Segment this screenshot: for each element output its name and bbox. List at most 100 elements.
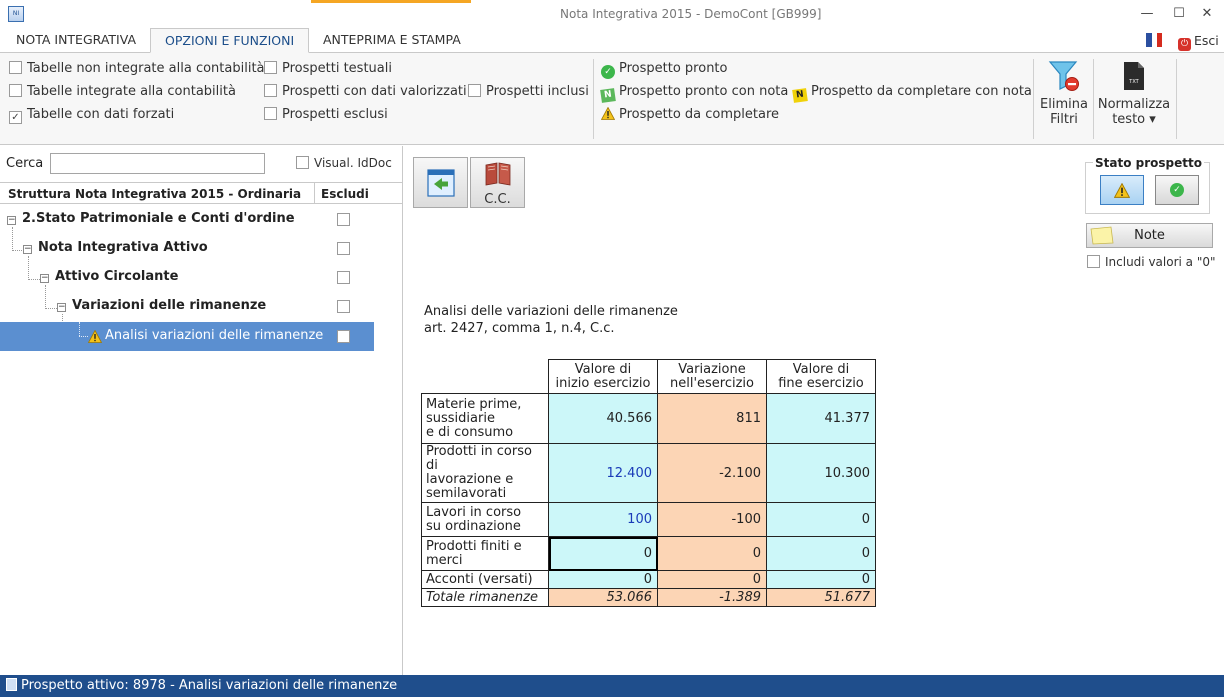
cell-variazione[interactable]: 0	[657, 536, 767, 571]
warning-icon	[1113, 182, 1131, 198]
cell-inizio[interactable]: 0	[548, 570, 658, 589]
collapse-icon[interactable]: −	[57, 303, 66, 312]
tab-opzioni-funzioni[interactable]: OPZIONI E FUNZIONI	[150, 28, 310, 53]
collapse-icon[interactable]: −	[40, 274, 49, 283]
exclude-checkbox[interactable]	[337, 213, 350, 226]
tree-node-nota-integrativa-attivo[interactable]: − Nota Integrativa Attivo	[0, 234, 374, 263]
checkbox[interactable]	[264, 61, 277, 74]
back-button[interactable]	[413, 157, 468, 208]
ribbon-tabs: NOTA INTEGRATIVA OPZIONI E FUNZIONI ANTE…	[0, 28, 1224, 53]
tree-line	[79, 336, 88, 337]
checkbox[interactable]	[264, 84, 277, 97]
row-label: Prodotti finiti e merci	[421, 536, 549, 571]
language-flag-icon[interactable]	[1146, 33, 1162, 47]
maximize-button[interactable]: ☐	[1168, 4, 1190, 24]
document-icon	[6, 678, 17, 691]
table-row: Acconti (versati) 0 0 0	[421, 570, 876, 589]
tree-node-analisi-variazioni[interactable]: Analisi variazioni delle rimanenze	[0, 322, 374, 351]
tab-nota-integrativa[interactable]: NOTA INTEGRATIVA	[2, 28, 150, 53]
row-label: Acconti (versati)	[421, 570, 549, 589]
cell-fine[interactable]: 0	[766, 570, 876, 589]
table-total-row: Totale rimanenze 53.066 -1.389 51.677	[421, 588, 876, 607]
title-bar: NI Nota Integrativa 2015 - DemoCont [GB9…	[0, 0, 1224, 28]
exit-button[interactable]: ⏻ Esci	[1178, 33, 1219, 51]
cell-variazione[interactable]: -2.100	[657, 443, 767, 503]
warning-icon	[601, 107, 615, 120]
divider	[1033, 59, 1034, 139]
tree-header: Struttura Nota Integrativa 2015 - Ordina…	[0, 182, 402, 204]
svg-text:TXT: TXT	[1128, 79, 1139, 85]
caption-title: Analisi delle variazioni delle rimanenze	[424, 304, 678, 319]
search-label: Cerca	[6, 156, 44, 171]
cell-inizio[interactable]: 40.566	[548, 393, 658, 444]
checkbox[interactable]	[1087, 255, 1100, 268]
tree-header-title: Struttura Nota Integrativa 2015 - Ordina…	[8, 187, 302, 201]
filter-tabelle-integrate[interactable]: Tabelle integrate alla contabilità	[9, 84, 236, 99]
cell-fine[interactable]: 10.300	[766, 443, 876, 503]
caption-reference: art. 2427, comma 1, n.4, C.c.	[424, 321, 615, 336]
collapse-icon[interactable]: −	[23, 245, 32, 254]
cell-inizio[interactable]: 12.400	[548, 443, 658, 503]
checkbox-checked[interactable]: ✓	[9, 111, 22, 124]
exclude-checkbox[interactable]	[337, 300, 350, 313]
tab-anteprima-stampa[interactable]: ANTEPRIMA E STAMPA	[309, 28, 475, 53]
visual-iddoc-checkbox[interactable]: Visual. IdDoc	[296, 156, 392, 170]
legend-da-completare: Prospetto da completare	[601, 107, 779, 122]
includi-valori-zero-checkbox[interactable]: Includi valori a "0"	[1087, 255, 1216, 269]
table-corner	[422, 360, 549, 394]
filter-tabelle-dati-forzati[interactable]: ✓ Tabelle con dati forzati	[9, 107, 174, 124]
total-fine: 51.677	[766, 588, 876, 607]
cell-inizio[interactable]: 100	[548, 502, 658, 537]
warning-icon	[88, 330, 102, 343]
tree-node-variazioni-rimanenze[interactable]: − Variazioni delle rimanenze	[0, 292, 374, 321]
tree-line	[79, 322, 80, 336]
check-circle-icon: ✓	[1170, 183, 1184, 197]
exclude-checkbox[interactable]	[337, 242, 350, 255]
filter-prospetti-testuali[interactable]: Prospetti testuali	[264, 61, 392, 76]
tab-highlight-strip	[311, 0, 471, 3]
cell-inizio-focused[interactable]: 0	[548, 536, 658, 571]
filter-prospetti-inclusi[interactable]: Prospetti inclusi	[468, 84, 589, 99]
search-input[interactable]	[50, 153, 265, 174]
rimanenze-table: Valore di inizio esercizio Variazione nell…	[421, 359, 876, 607]
note-button[interactable]: Note	[1086, 223, 1213, 248]
filter-tabelle-non-integrate[interactable]: Tabelle non integrate alla contabilità	[9, 61, 265, 76]
exclude-checkbox[interactable]	[337, 271, 350, 284]
filter-prospetti-esclusi[interactable]: Prospetti esclusi	[264, 107, 388, 122]
book-icon	[485, 162, 510, 186]
stato-da-completare-button[interactable]	[1100, 175, 1144, 205]
row-label: Prodotti in corso di lavorazione e semilav…	[421, 443, 549, 503]
divider	[1176, 59, 1177, 139]
normalizza-testo-button[interactable]: TXT Normalizza testo ▾	[1096, 59, 1172, 127]
elimina-filtri-button[interactable]: Elimina Filtri	[1036, 59, 1092, 127]
cell-variazione[interactable]: 0	[657, 570, 767, 589]
legend-prospetto-pronto: ✓ Prospetto pronto	[601, 61, 727, 79]
checkbox[interactable]	[296, 156, 309, 169]
codice-civile-button[interactable]: C.C.	[470, 157, 525, 208]
checkbox[interactable]	[264, 107, 277, 120]
minimize-button[interactable]: —	[1136, 4, 1158, 24]
checkbox[interactable]	[468, 84, 481, 97]
cell-fine[interactable]: 0	[766, 502, 876, 537]
exclude-checkbox[interactable]	[337, 330, 350, 343]
tree-header-exclude: Escludi	[321, 187, 369, 201]
filter-prospetti-dati-valorizzati[interactable]: Prospetti con dati valorizzati	[264, 84, 467, 99]
stato-pronto-button[interactable]: ✓	[1155, 175, 1199, 205]
cell-fine[interactable]: 41.377	[766, 393, 876, 444]
cell-fine[interactable]: 0	[766, 536, 876, 571]
cell-variazione[interactable]: 811	[657, 393, 767, 444]
table-row: Prodotti finiti e merci 0 0 0	[421, 536, 876, 571]
legend-completare-con-nota: N Prospetto da completare con nota	[792, 84, 1032, 103]
collapse-icon[interactable]: −	[7, 216, 16, 225]
tree-pane: Cerca Visual. IdDoc Struttura Nota Integ…	[0, 146, 403, 675]
checkbox[interactable]	[9, 61, 22, 74]
exit-icon: ⏻	[1178, 38, 1191, 51]
tree-node-stato-patrimoniale[interactable]: − 2.Stato Patrimoniale e Conti d'ordine	[0, 205, 374, 234]
checkbox[interactable]	[9, 84, 22, 97]
table-row: Lavori in corso su ordinazione 100 -100 0	[421, 502, 876, 537]
col-header-variazione: Variazione nell'esercizio	[657, 359, 767, 394]
divider	[314, 183, 315, 204]
tree-node-attivo-circolante[interactable]: − Attivo Circolante	[0, 263, 374, 292]
close-button[interactable]: ✕	[1196, 4, 1218, 24]
cell-variazione[interactable]: -100	[657, 502, 767, 537]
